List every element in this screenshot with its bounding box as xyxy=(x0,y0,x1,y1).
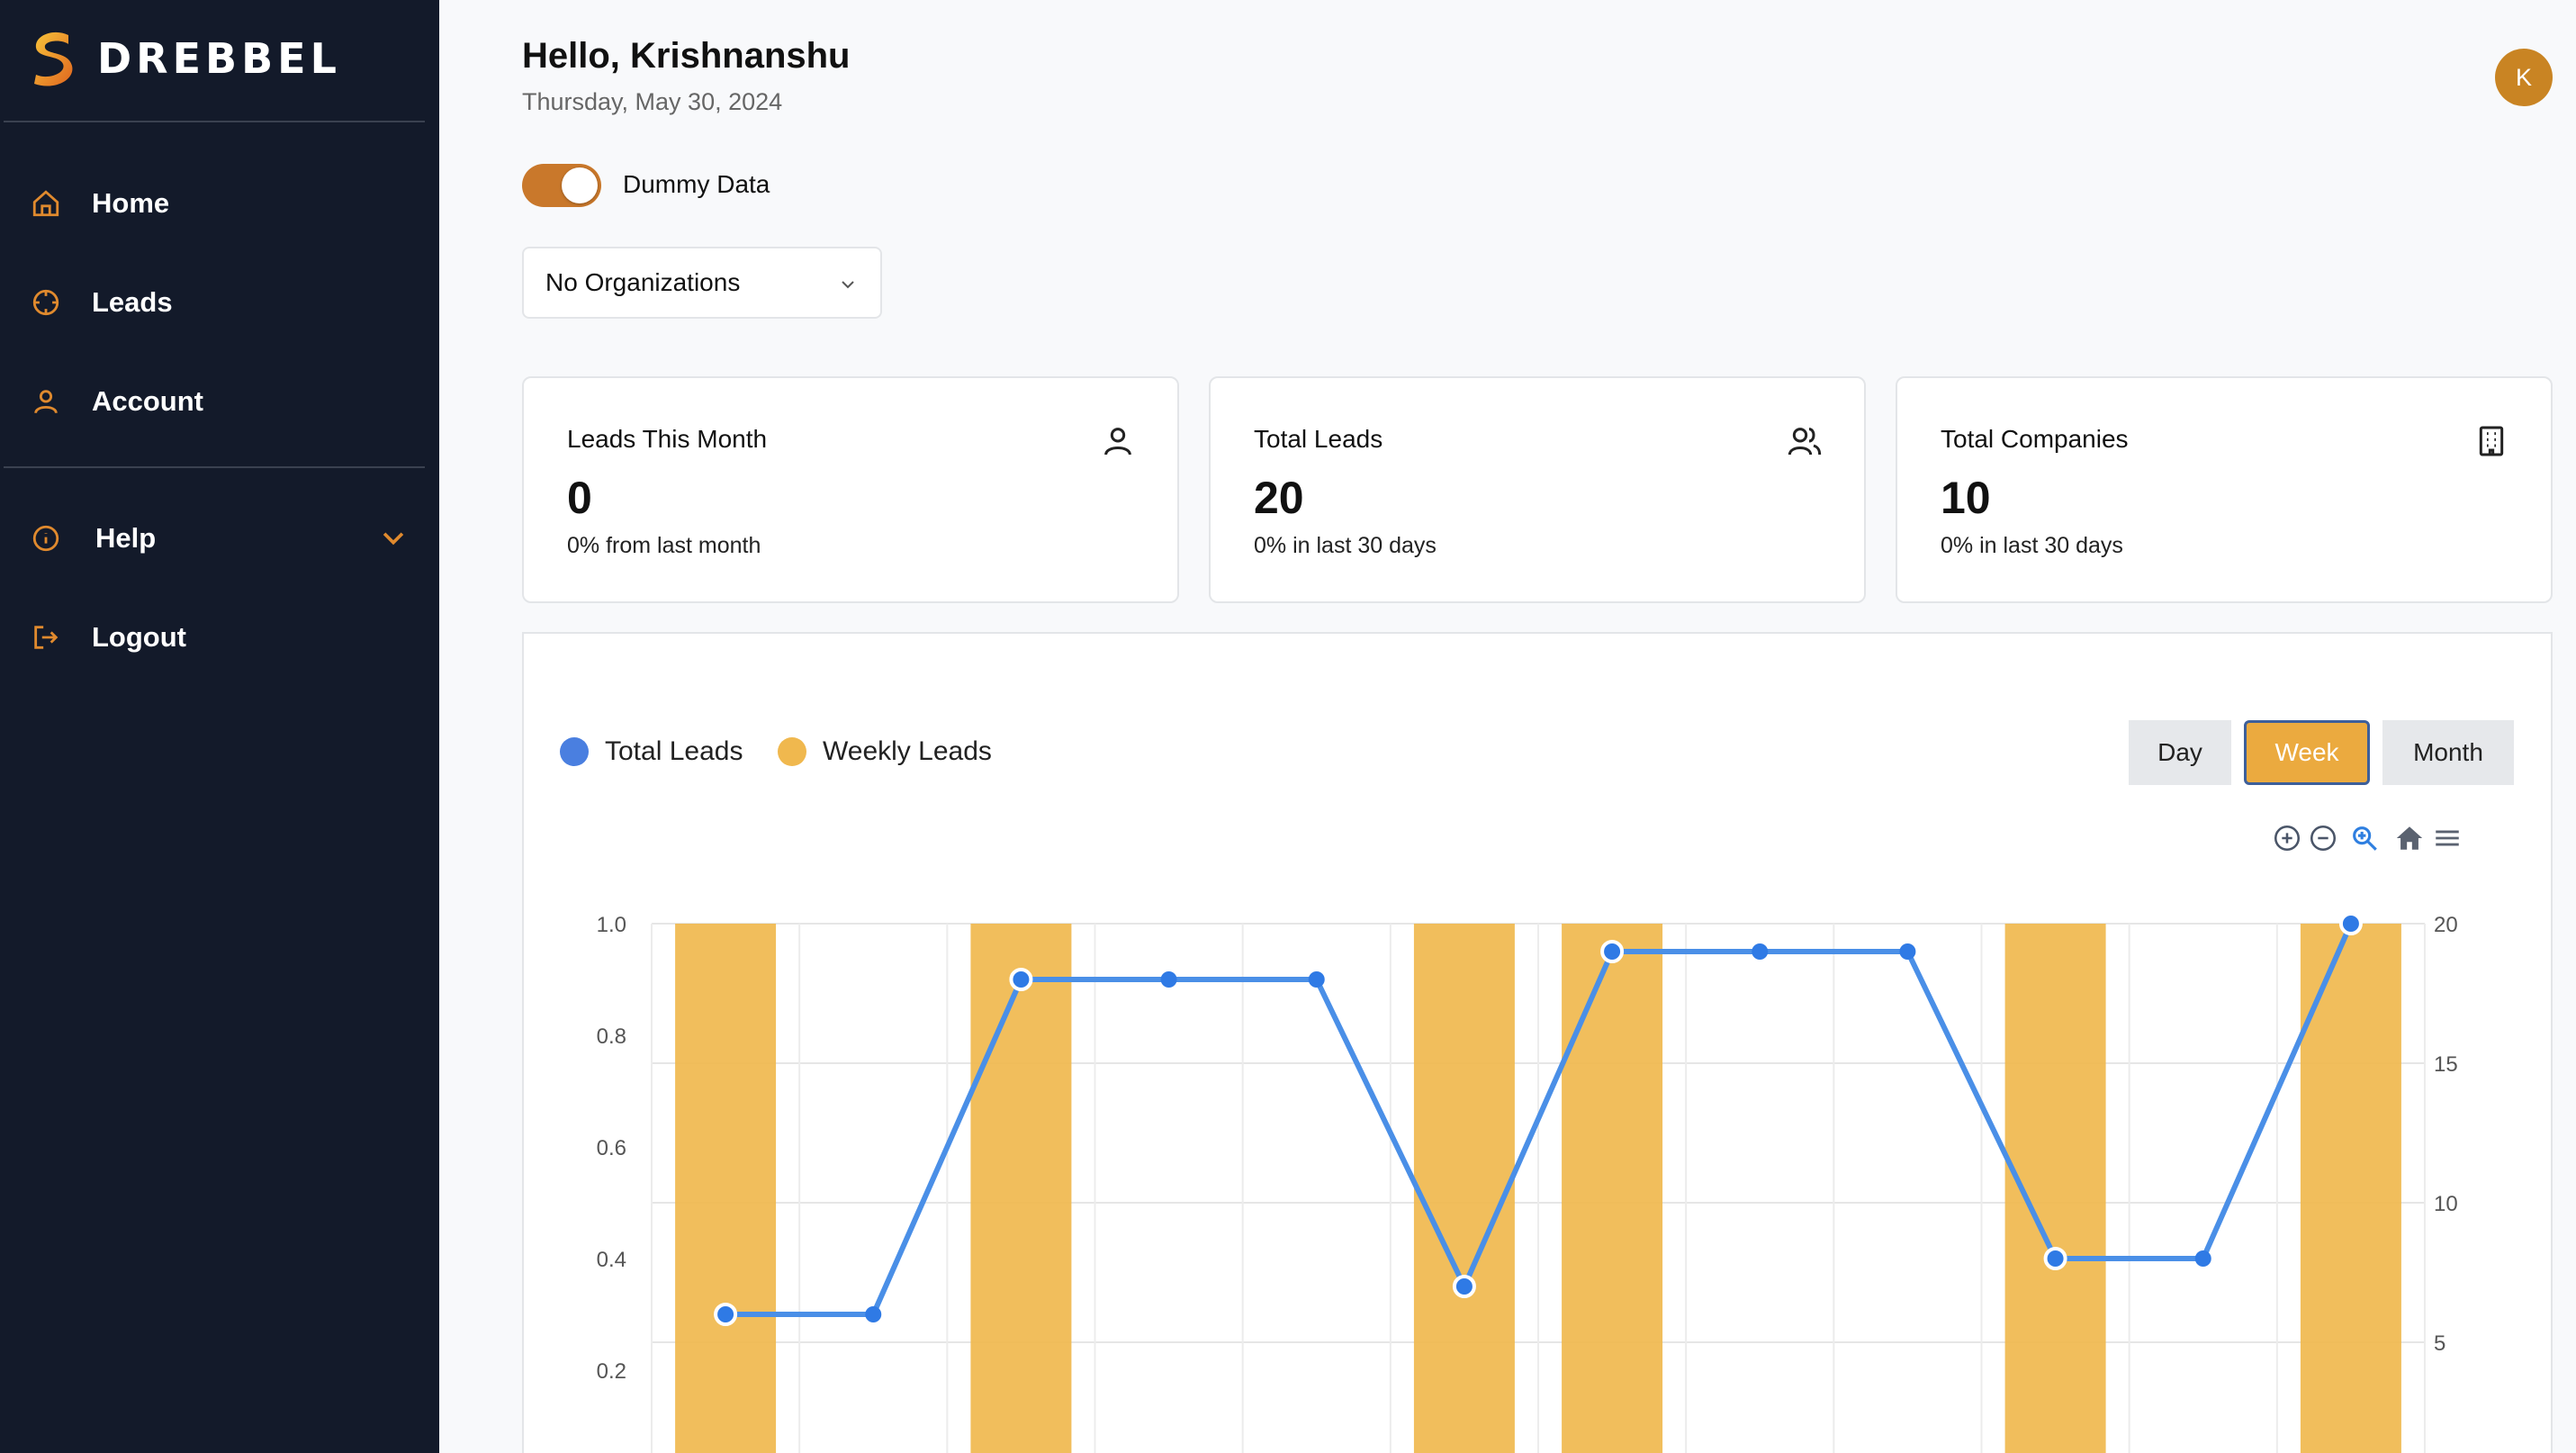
point-total-leads xyxy=(1009,968,1033,991)
point-total-leads xyxy=(714,1303,738,1326)
y-axis-left-tick-label: 0.8 xyxy=(597,1024,626,1049)
y-axis-left-tick-label: 0.6 xyxy=(597,1136,626,1160)
bar-weekly-leads xyxy=(1562,924,1663,1453)
y-axis-right-tick-label: 5 xyxy=(2434,1331,2445,1356)
y-axis-left-tick-label: 0.2 xyxy=(597,1359,626,1384)
y-axis-right-tick-label: 15 xyxy=(2434,1052,2458,1077)
point-total-leads xyxy=(865,1306,882,1322)
point-total-leads xyxy=(2338,912,2363,935)
y-axis-right-tick-label: 10 xyxy=(2434,1192,2458,1216)
point-total-leads xyxy=(1899,943,1916,960)
point-total-leads xyxy=(2194,1250,2211,1267)
y-axis-right-tick-label: 20 xyxy=(2434,913,2458,937)
point-total-leads xyxy=(1600,940,1625,963)
bar-weekly-leads xyxy=(970,924,1072,1453)
y-axis-left-tick-label: 1.0 xyxy=(597,913,626,937)
point-total-leads xyxy=(1160,971,1177,988)
point-total-leads xyxy=(1452,1275,1476,1298)
y-axis-left-tick-label: 0.4 xyxy=(597,1248,626,1272)
point-total-leads xyxy=(1308,971,1325,988)
point-total-leads xyxy=(1752,943,1769,960)
bar-weekly-leads xyxy=(1413,924,1515,1453)
point-total-leads xyxy=(2043,1247,2067,1270)
leads-chart: 1.0 0.8 0.6 0.4 0.2 20 15 10 5 xyxy=(597,912,2458,1453)
bar-weekly-leads xyxy=(675,924,777,1453)
